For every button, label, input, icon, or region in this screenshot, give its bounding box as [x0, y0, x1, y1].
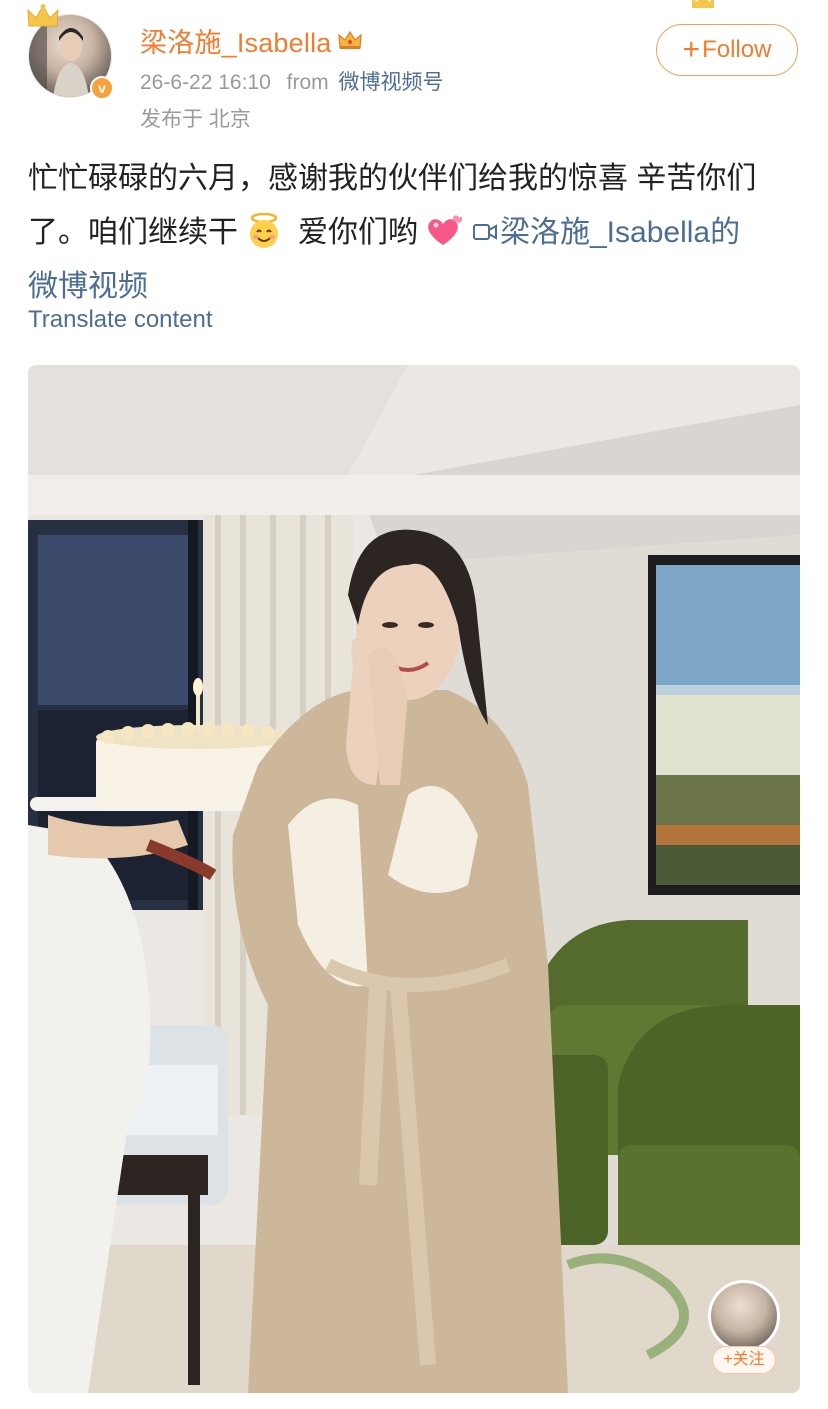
- crown-icon: [338, 30, 363, 49]
- follow-label: Follow: [702, 36, 772, 63]
- post-text-line-2: 了。咱们继续干 爱你们哟 梁洛施_Isabella的: [28, 206, 808, 260]
- follow-button[interactable]: + Follow: [656, 24, 798, 76]
- username[interactable]: 梁洛施_Isabella: [140, 21, 331, 60]
- plus-icon: +: [682, 33, 701, 66]
- post-body: 忙忙碌碌的六月，感谢我的伙伴们给我的惊喜 辛苦你们 了。咱们继续干 爱你们哟 梁…: [28, 152, 808, 314]
- post-location: 发布于 北京: [140, 108, 251, 131]
- crown-fragment-icon: [692, 0, 714, 8]
- post-source-link[interactable]: 微博视频号: [338, 71, 443, 94]
- translate-content-link[interactable]: Translate content: [28, 306, 213, 334]
- angel-emoji-icon: [250, 212, 278, 249]
- post-header: v 梁洛施_Isabella 26-6-22 16:10 from 微博视频号 …: [0, 0, 828, 140]
- post-text-segment: 了。咱们继续干: [28, 216, 238, 249]
- post-text-line-1: 忙忙碌碌的六月，感谢我的伙伴们给我的惊喜 辛苦你们: [28, 162, 757, 195]
- verified-badge-icon: v: [90, 76, 114, 100]
- user-avatar[interactable]: v: [27, 4, 114, 100]
- post-meta: 26-6-22 16:10 from 微博视频号: [140, 66, 443, 96]
- from-label: from: [286, 71, 329, 94]
- video-camera-icon: [473, 224, 497, 241]
- video-frame: [28, 365, 800, 1393]
- username-row: 梁洛施_Isabella: [140, 22, 363, 58]
- post-text-segment: 爱你们哟: [298, 216, 418, 249]
- video-link[interactable]: 梁洛施_Isabella的: [500, 216, 740, 249]
- hearts-emoji-icon: [428, 215, 462, 246]
- crown-icon: [27, 4, 59, 27]
- video-player[interactable]: [28, 365, 800, 1393]
- creator-mini-avatar[interactable]: [708, 1280, 780, 1352]
- post-date: 26-6-22 16:10: [140, 71, 271, 94]
- mini-follow-button[interactable]: +关注: [712, 1346, 776, 1374]
